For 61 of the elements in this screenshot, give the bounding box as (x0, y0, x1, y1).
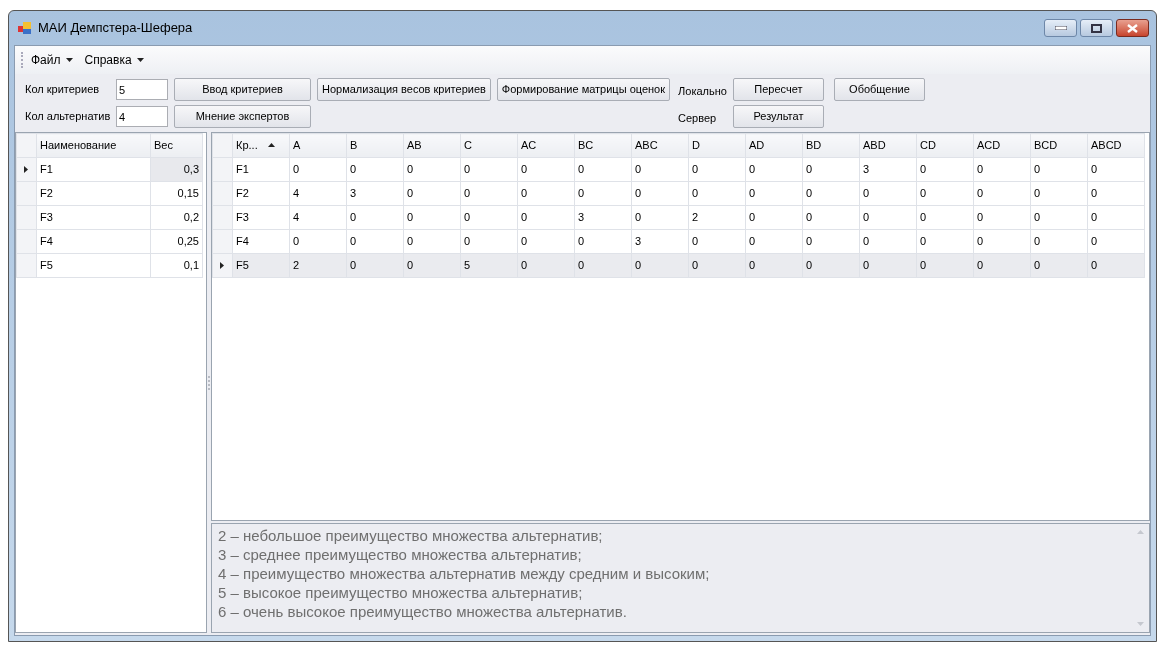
column-header[interactable]: ACD (973, 133, 1031, 158)
experts-opinion-button[interactable]: Мнение экспертов (174, 105, 311, 128)
row-header[interactable] (16, 157, 37, 182)
app-icon (18, 21, 32, 35)
table-cell: F5 (36, 253, 151, 278)
maximize-button[interactable] (1080, 19, 1113, 37)
column-header[interactable]: CD (916, 133, 974, 158)
table-cell: F1 (36, 157, 151, 182)
note-line: 3 – среднее преимущество множества альтернатив; (218, 545, 583, 564)
column-header[interactable]: B (346, 133, 404, 158)
column-header[interactable]: ABD (859, 133, 917, 158)
note-line: 4 – преимущество множества альтернатив между средним и высоким; (218, 564, 711, 583)
column-header[interactable]: Вес (150, 133, 203, 158)
form-matrix-button[interactable]: Формирование матрицы оценок (496, 78, 671, 101)
number-field[interactable]: 4 (116, 106, 168, 127)
current-row-icon (24, 166, 28, 173)
column-header[interactable]: BD (802, 133, 860, 158)
note-line: 5 – высокое преимущество множества альтернатив; (218, 583, 584, 602)
field-label: Кол критериев (25, 82, 101, 98)
window-title: МАИ Демпстера-Шефера (38, 19, 193, 38)
dropdown-caret-icon (65, 58, 73, 62)
column-header[interactable]: AB (403, 133, 461, 158)
number-field[interactable]: 5 (116, 79, 168, 100)
field-label: Кол альтернатив (25, 109, 112, 125)
column-header[interactable]: BC (574, 133, 632, 158)
column-header[interactable]: A (289, 133, 347, 158)
note-line: 6 – очень высокое преимущество множества альтернатив. (218, 602, 628, 621)
column-header[interactable]: BCD (1030, 133, 1088, 158)
column-header[interactable]: D (688, 133, 746, 158)
summary-button[interactable]: Обобщение (833, 78, 925, 101)
column-header[interactable]: ABCD (1087, 133, 1145, 158)
minimize-button[interactable] (1044, 19, 1077, 37)
notes-box[interactable] (211, 523, 1150, 633)
current-row-icon (220, 262, 224, 269)
scroll-down-icon (1137, 622, 1144, 626)
server-label: Сервер (678, 110, 718, 126)
maximize-icon (1091, 23, 1102, 33)
column-header[interactable]: Кр... (232, 133, 290, 158)
column-header[interactable]: AC (517, 133, 575, 158)
dropdown-caret-icon (136, 58, 144, 62)
column-header[interactable]: ABC (631, 133, 689, 158)
sort-arrow-icon (267, 143, 275, 148)
table-cell: F4 (36, 229, 151, 254)
result-button[interactable]: Результат (732, 105, 824, 128)
column-header[interactable]: Наименование (36, 133, 151, 158)
close-button[interactable] (1116, 19, 1149, 37)
column-header[interactable]: AD (745, 133, 803, 158)
minimize-icon (1054, 26, 1067, 30)
column-header[interactable]: C (460, 133, 518, 158)
note-line: 2 – небольшое преимущество множества альтернатив; (218, 526, 604, 545)
row-header[interactable] (212, 253, 233, 278)
close-icon (1127, 23, 1138, 33)
normalize-weights-button[interactable]: Нормализация весов критериев (317, 78, 491, 101)
input-criteria-button[interactable]: Ввод критериев (174, 78, 311, 101)
table-cell: F2 (36, 181, 151, 206)
menu-item[interactable]: Файл (27, 49, 77, 71)
local-label: Локально (678, 84, 727, 99)
menu-item[interactable]: Справка (80, 49, 148, 71)
recalculate-button[interactable]: Пересчет (732, 78, 824, 101)
table-cell: F3 (36, 205, 151, 230)
scroll-up-icon (1137, 530, 1144, 534)
